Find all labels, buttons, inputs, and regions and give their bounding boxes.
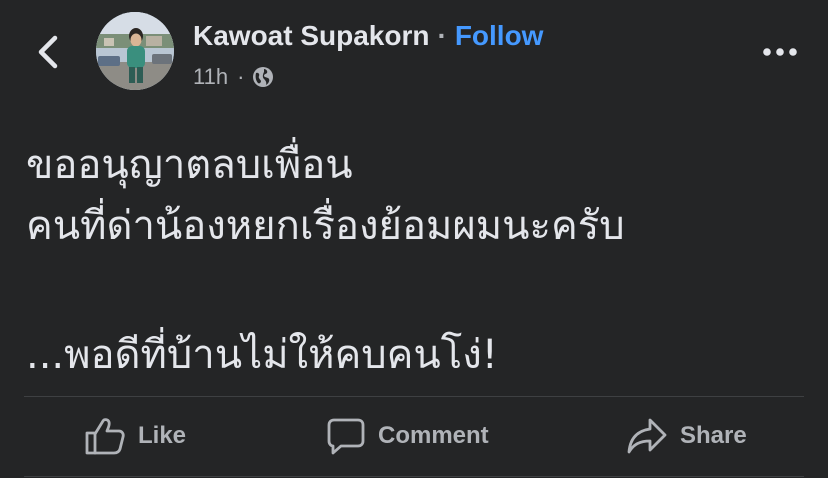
divider: [24, 396, 804, 397]
post-line: คนที่ด่าน้องหยกเรื่องย้อมผมนะครับ: [26, 203, 625, 249]
like-label: Like: [138, 422, 187, 449]
comment-label: Comment: [378, 422, 489, 449]
comment-button[interactable]: Comment: [326, 408, 489, 464]
post-meta: 11h ·: [193, 62, 274, 92]
author-row: Kawoat Supakorn · Follow: [193, 18, 543, 54]
back-button[interactable]: [28, 30, 68, 74]
avatar[interactable]: [96, 12, 174, 90]
author-name[interactable]: Kawoat Supakorn: [193, 20, 429, 52]
name-separator: ·: [437, 20, 447, 51]
like-button[interactable]: Like: [84, 408, 186, 464]
chevron-left-icon: [38, 35, 58, 69]
meta-separator: ·: [237, 64, 245, 89]
action-bar: Like Comment Share: [0, 408, 828, 464]
share-arrow-icon: [627, 418, 667, 454]
post-line: ขออนุญาตลบเพื่อน: [26, 142, 353, 188]
globe-icon: [253, 67, 274, 87]
more-horizontal-icon: [763, 48, 797, 56]
avatar-photo: [96, 12, 174, 90]
divider: [24, 476, 804, 477]
more-options-button[interactable]: [756, 38, 804, 66]
thumbs-up-icon: [85, 418, 125, 455]
follow-button[interactable]: Follow: [455, 20, 544, 52]
share-button[interactable]: Share: [626, 408, 747, 464]
post-line: ...พอดีที่บ้านไม่ให้คบคนโง่!: [26, 332, 498, 378]
timestamp[interactable]: 11h: [193, 64, 228, 90]
comment-icon: [327, 418, 365, 455]
share-label: Share: [680, 422, 747, 449]
